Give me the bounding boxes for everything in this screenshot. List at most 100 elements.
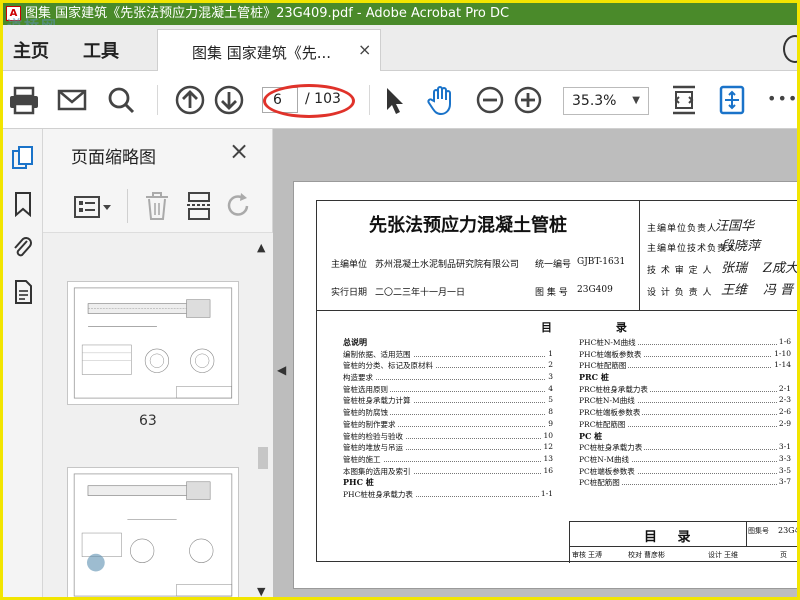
delete-page-icon[interactable] [143,191,171,225]
signer-role: 设 计 负 责 人 [647,288,713,298]
toc-entry: PHC 桩 [343,477,553,489]
title-block-signature-row: 审核 王溥 校对 曹彦彬 设计 王维 页 1 [570,546,797,564]
title-block-divider [746,522,747,546]
toc-entry-page: 3-5 [776,465,791,475]
thumbnail-scrollbar[interactable]: ▲ ▼ [253,233,273,597]
menu-home[interactable]: 主页 [13,37,49,63]
toc-entry-title: 管桩的分类、标记及原材料 [343,360,435,372]
zoom-select[interactable]: 35.3% ▼ [563,87,649,115]
insert-page-icon[interactable] [185,191,213,225]
toc-entry-title: PRC桩端板参数表 [579,407,643,419]
bookmark-icon[interactable] [11,191,35,218]
document-tab-label: 图集 国家建筑《先... [192,44,332,62]
collapse-panel-icon[interactable]: ◀ [277,363,286,377]
title-block: 目 录 图集号 23G40 审核 王溥 校对 曹彦彬 设计 王维 页 1 [569,521,797,564]
toc-entry-title: 管桩桩身承载力计算 [343,395,413,407]
toc-entry: 管桩选用原则 4 [343,383,553,396]
zoom-in-icon[interactable] [511,83,545,117]
toc-entry-title: PC桩桩身承载力表 [579,442,645,454]
toc-entry-page: 2-9 [776,418,791,428]
page-thumbnail[interactable] [67,281,239,405]
toc-entry-title: PRC桩桩身承载力表 [579,383,650,395]
document-icon[interactable] [11,279,35,305]
fit-page-icon[interactable] [667,83,701,117]
thumbnail-list: 63 [43,233,255,597]
thumbnail-preview [73,287,233,399]
page-thumbnail[interactable] [67,467,239,597]
tab-close-icon[interactable]: × [358,40,371,59]
full-screen-icon[interactable] [715,83,749,117]
toc-entry-page: 2-1 [776,383,791,393]
signature: 冯 晋 [763,283,794,298]
toc-entry: 构造要求 3 [343,372,553,384]
hand-tool-icon[interactable] [425,83,459,117]
toc-entry-title: 本图集的选用及索引 [343,465,413,477]
toc-entry: 管桩桩身承载力计算 5 [343,395,553,407]
toc-entry: PC桩配筋图 3-7 [579,477,791,489]
toc-entry-title: PC桩端板参数表 [579,465,637,477]
select-cursor-icon[interactable] [377,83,411,117]
date-value: 二〇二三年十一月一日 [375,288,466,298]
toc-entry-title: 编制依据、适用范围 [343,348,413,360]
toc-entry-title: 管桩的防腐蚀 [343,407,390,419]
page-label: 页 [780,551,787,559]
help-icon[interactable] [783,35,797,63]
print-icon[interactable] [7,83,41,117]
scroll-down-icon[interactable]: ▼ [257,585,265,597]
thumbnails-title: 页面缩略图 [71,148,156,168]
toc-entry: 管桩的检验与验收 10 [343,430,553,443]
thumbnail-preview [73,473,233,597]
more-tools-icon[interactable]: ••• [767,89,797,108]
navigation-rail [3,129,43,597]
document-tab[interactable]: 图集 国家建筑《先... × [157,29,381,71]
title-block-atlas-label: 图集号 [748,527,769,535]
next-page-icon[interactable] [212,83,246,117]
signature: 王维 [721,283,748,298]
toc-entry-title: 管桩的施工 [343,453,383,465]
toc-entry-page: 1 [546,348,553,358]
cover-header: 先张法预应力混凝土管桩 主编单位 苏州混凝土水泥制品研究院有限公司 统一编号 G… [317,201,797,311]
document-view[interactable]: ◀ 先张法预应力混凝土管桩 主编单位 苏州混凝土水泥制品研究院有限公司 统一编号… [273,129,797,597]
previous-page-icon[interactable] [173,83,207,117]
signer-role: 技 术 审 定 人 [647,266,713,276]
toc-entry: 管桩的制作要求 9 [343,418,553,431]
toc-entry-page: 1-14 [772,360,791,370]
signature: 张瑞 [721,261,748,276]
zoom-value: 35.3% [572,93,617,109]
signature: 段晓萍 [721,239,761,254]
header-divider [639,201,640,311]
toc-entry-title: PRC桩配筋图 [579,418,628,430]
page-thumbnails-icon[interactable] [11,145,35,171]
checker-name: 曹彦彬 [644,551,665,559]
toc-entry-title: PC桩N-M曲线 [579,453,632,465]
toolbar-separator [369,85,370,115]
toc-entry: 总说明 [343,337,553,349]
toc-entry: 管桩的堆放与吊运 12 [343,442,553,454]
mail-icon[interactable] [55,83,89,117]
zoom-out-icon[interactable] [473,83,507,117]
thumbnail-options-icon[interactable] [73,195,113,223]
toc-entry-page: 1-10 [772,348,791,358]
scrollbar-thumb[interactable] [258,447,268,469]
toc-entry-page: 4 [546,383,553,393]
toc-entry-page: 12 [541,442,553,452]
rotate-page-icon[interactable] [225,191,253,225]
toc-entry-page: 8 [546,407,553,417]
toc-entry-title: PHC桩桩身承载力表 [343,488,415,500]
attachment-icon[interactable] [11,235,35,261]
close-panel-icon[interactable]: × [229,137,249,165]
code-value: GJBT-1631 [577,257,626,267]
toc-entry: PRC 桩 [579,372,791,384]
search-icon[interactable] [104,83,138,117]
toc-left-column: 总说明 编制依据、适用范围 1 管桩的分类、标记及原材料 2 构造要求 3 管桩选用原则 4 管桩… [343,337,553,501]
chevron-down-icon: ▼ [632,95,640,106]
window-title: 图集 国家建筑《先张法预应力混凝土管桩》23G409.pdf - Adobe A… [25,6,510,21]
menu-tools[interactable]: 工具 [83,37,119,63]
toc-entry-title: PHC桩配筋图 [579,360,629,372]
toc-entry-title: PRC桩N-M曲线 [579,395,637,407]
check-label: 校对 [628,551,642,559]
toc-entry-page: 2 [546,360,553,370]
scroll-up-icon[interactable]: ▲ [257,241,265,254]
thumbnail-page-number: 63 [139,413,157,429]
toc-entry: PC桩端板参数表 3-5 [579,465,791,478]
